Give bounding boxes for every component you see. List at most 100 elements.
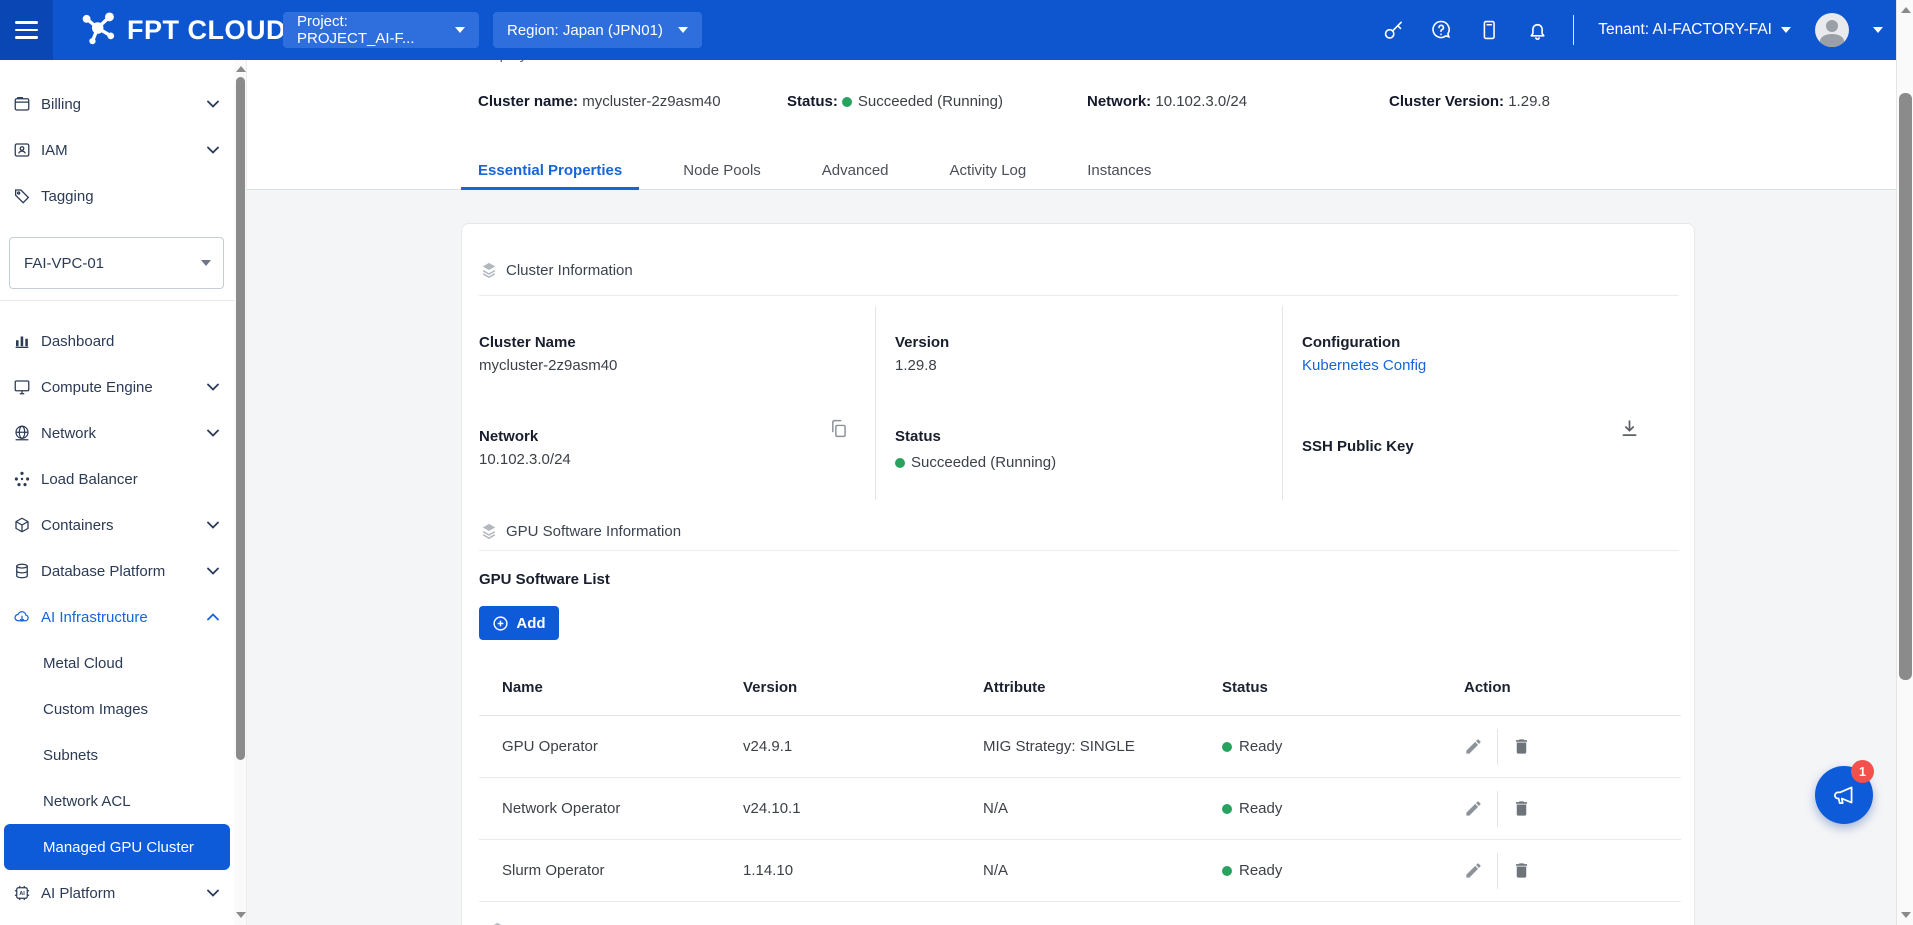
- layers-icon: [479, 260, 499, 280]
- field-value: 1.29.8: [895, 357, 1282, 374]
- chevron-down-icon: [207, 567, 219, 575]
- navbar-right-cluster: Tenant: AI-FACTORY-FAI: [1381, 0, 1883, 60]
- action-divider: [1497, 791, 1498, 827]
- chevron-down-icon: [207, 383, 219, 391]
- sidebar-item-load-balancer[interactable]: Load Balancer: [0, 456, 234, 502]
- cell-status: Ready: [1199, 862, 1441, 879]
- sidebar-item-ai-platform[interactable]: AI AI Platform: [0, 870, 234, 916]
- sidebar-scrollbar[interactable]: [234, 60, 247, 925]
- region-selector[interactable]: Region: Japan (JPN01): [493, 12, 702, 48]
- monitor-icon: [13, 378, 31, 396]
- sidebar-item-network[interactable]: Network: [0, 410, 234, 456]
- kubernetes-config-link[interactable]: Kubernetes Config: [1302, 357, 1679, 374]
- tab-advanced[interactable]: Advanced: [805, 154, 906, 190]
- tab-essential-properties[interactable]: Essential Properties: [461, 154, 639, 190]
- summary-value: mycluster-2z9asm40: [582, 93, 720, 110]
- box-icon: [13, 516, 31, 534]
- chevron-down-icon: [201, 260, 211, 266]
- sidebar-item-iam[interactable]: IAM: [0, 127, 234, 173]
- edit-pencil-icon[interactable]: [1464, 799, 1483, 818]
- sidebar-nav: Billing IAM Tagging FAI-VPC-01 Das: [0, 60, 234, 925]
- cell-version: v24.9.1: [720, 738, 960, 755]
- cluster-info-row-1: Cluster Name mycluster-2z9asm40 Version …: [479, 306, 1679, 416]
- tab-instances[interactable]: Instances: [1070, 154, 1168, 190]
- sidebar-item-label: AI Platform: [41, 885, 234, 902]
- edit-pencil-icon[interactable]: [1464, 861, 1483, 880]
- cluster-information-section-header: Cluster Information: [479, 260, 633, 280]
- brand-name: FPT CLOUD: [127, 15, 286, 46]
- field-cluster-name: Cluster Name mycluster-2z9asm40: [479, 306, 875, 416]
- notifications-bell-icon[interactable]: [1525, 18, 1549, 42]
- page-scrollbar-thumb[interactable]: [1899, 93, 1912, 680]
- chevron-down-icon: [678, 27, 688, 33]
- delete-trash-icon[interactable]: [1512, 737, 1531, 756]
- navbar-divider: [1573, 15, 1574, 45]
- sidebar-item-compute-engine[interactable]: Compute Engine: [0, 364, 234, 410]
- project-selector-label: Project: PROJECT_AI-F...: [297, 13, 445, 47]
- field-label: SSH Public Key: [1302, 438, 1679, 455]
- tenant-selector[interactable]: Tenant: AI-FACTORY-FAI: [1598, 21, 1791, 39]
- help-chat-icon[interactable]: [1429, 18, 1453, 42]
- chevron-down-icon: [207, 100, 219, 108]
- sidebar-item-dashboard[interactable]: Dashboard: [0, 318, 234, 364]
- scroll-down-arrow-icon[interactable]: [236, 912, 246, 918]
- summary-label: Status:: [787, 93, 838, 110]
- access-key-icon[interactable]: [1381, 18, 1405, 42]
- user-avatar[interactable]: [1815, 13, 1849, 47]
- svg-text:AI: AI: [19, 891, 25, 897]
- page-scrollbar[interactable]: [1896, 0, 1913, 925]
- sidebar-item-database-platform[interactable]: Database Platform: [0, 548, 234, 594]
- layers-icon: [479, 521, 499, 541]
- brand-logo[interactable]: FPT CLOUD: [80, 0, 286, 60]
- tab-node-pools[interactable]: Node Pools: [666, 154, 778, 190]
- field-value: 10.102.3.0/24: [479, 451, 875, 468]
- cell-attribute: N/A: [960, 862, 1199, 879]
- megaphone-icon: [1830, 781, 1858, 809]
- delete-trash-icon[interactable]: [1512, 861, 1531, 880]
- column-header-name: Name: [479, 679, 720, 696]
- project-selector[interactable]: Project: PROJECT_AI-F...: [283, 12, 479, 48]
- sidebar-item-subnets[interactable]: Subnets: [0, 732, 234, 778]
- scroll-up-arrow-icon[interactable]: [236, 66, 246, 72]
- sidebar-item-containers[interactable]: Containers: [0, 502, 234, 548]
- sidebar-item-custom-images[interactable]: Custom Images: [0, 686, 234, 732]
- field-value: Succeeded (Running): [895, 454, 1282, 471]
- sidebar-item-metal-cloud[interactable]: Metal Cloud: [0, 640, 234, 686]
- field-value: mycluster-2z9asm40: [479, 357, 875, 374]
- cell-status: Ready: [1199, 800, 1441, 817]
- sidebar-item-billing[interactable]: Billing: [0, 81, 234, 127]
- chevron-up-icon: [207, 613, 219, 621]
- sidebar-item-label: Containers: [41, 517, 234, 534]
- sidebar-item-label: AI Infrastructure: [41, 609, 234, 626]
- tab-activity-log[interactable]: Activity Log: [933, 154, 1044, 190]
- sidebar-item-tagging[interactable]: Tagging: [0, 173, 234, 219]
- chevron-down-icon[interactable]: [1873, 27, 1883, 33]
- sidebar-item-ai-infrastructure[interactable]: AI Infrastructure: [0, 594, 234, 640]
- main-content: Display the details of the cluster Clust…: [247, 60, 1896, 925]
- add-gpu-software-button[interactable]: Add: [479, 606, 559, 640]
- sidebar-item-managed-gpu-cluster[interactable]: Managed GPU Cluster: [4, 824, 230, 870]
- sidebar-item-network-acl[interactable]: Network ACL: [0, 778, 234, 824]
- announcements-fab[interactable]: 1: [1815, 766, 1873, 824]
- sidebar-item-label: Managed GPU Cluster: [43, 839, 230, 856]
- edit-pencil-icon[interactable]: [1464, 737, 1483, 756]
- scroll-down-arrow-icon[interactable]: [1901, 912, 1911, 918]
- vpc-select-value: FAI-VPC-01: [24, 255, 201, 272]
- chevron-down-icon: [207, 889, 219, 897]
- delete-trash-icon[interactable]: [1512, 799, 1531, 818]
- action-divider: [1497, 853, 1498, 889]
- field-configuration: Configuration Kubernetes Config: [1282, 306, 1679, 416]
- changelog-doc-icon[interactable]: [1477, 18, 1501, 42]
- sidebar-scrollbar-thumb[interactable]: [236, 77, 245, 760]
- sidebar-item-label: IAM: [41, 142, 234, 159]
- gpu-software-list-title: GPU Software List: [479, 571, 610, 588]
- vpc-select[interactable]: FAI-VPC-01: [9, 237, 224, 289]
- scroll-up-arrow-icon[interactable]: [1901, 7, 1911, 13]
- status-dot-icon: [1222, 742, 1232, 752]
- sidebar-item-label: Subnets: [43, 747, 234, 764]
- hamburger-menu-icon[interactable]: [0, 0, 53, 60]
- cell-action: [1441, 729, 1681, 765]
- summary-cluster-name: Cluster name: mycluster-2z9asm40: [478, 93, 721, 113]
- ai-chip-icon: AI: [13, 884, 31, 902]
- sidebar-item-label: Tagging: [41, 188, 234, 205]
